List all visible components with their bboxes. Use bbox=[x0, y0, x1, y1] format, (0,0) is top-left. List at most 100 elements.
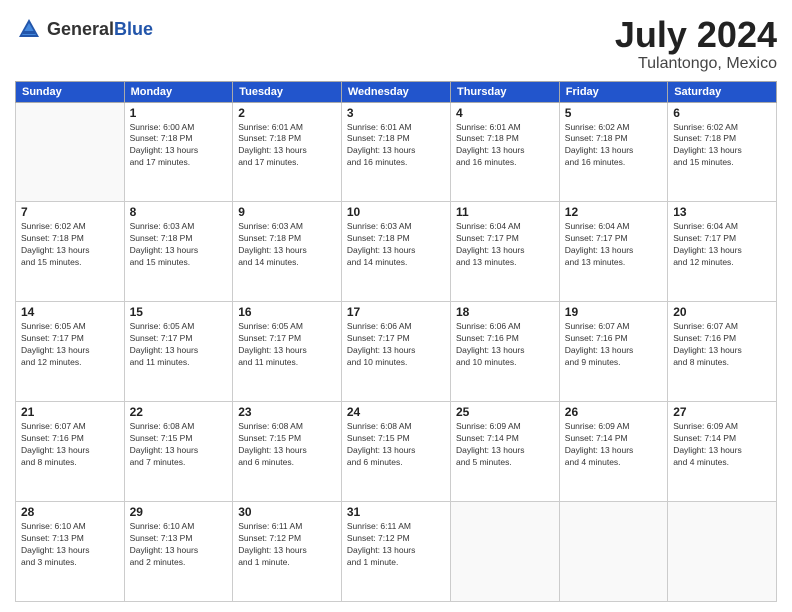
day-info: Sunrise: 6:06 AM Sunset: 7:17 PM Dayligh… bbox=[347, 321, 445, 369]
day-number: 29 bbox=[130, 505, 228, 519]
calendar-cell: 19Sunrise: 6:07 AM Sunset: 7:16 PM Dayli… bbox=[559, 302, 667, 402]
calendar-cell: 17Sunrise: 6:06 AM Sunset: 7:17 PM Dayli… bbox=[341, 302, 450, 402]
calendar-cell: 27Sunrise: 6:09 AM Sunset: 7:14 PM Dayli… bbox=[668, 402, 777, 502]
month-title: July 2024 bbox=[615, 15, 777, 55]
day-info: Sunrise: 6:02 AM Sunset: 7:18 PM Dayligh… bbox=[673, 122, 771, 170]
day-info: Sunrise: 6:10 AM Sunset: 7:13 PM Dayligh… bbox=[21, 521, 119, 569]
day-number: 22 bbox=[130, 405, 228, 419]
day-number: 3 bbox=[347, 106, 445, 120]
calendar-cell bbox=[16, 102, 125, 202]
logo-text: GeneralBlue bbox=[47, 19, 153, 40]
calendar-week-3: 14 Sunrise: 6:05 AM Sunset: 7:17 PM Dayli… bbox=[16, 302, 777, 402]
calendar-cell: 29 Sunrise: 6:10 AM Sunset: 7:13 PM Dayli… bbox=[124, 502, 233, 602]
day-info: Sunrise: 6:00 AM Sunset: 7:18 PM Dayligh… bbox=[130, 122, 228, 170]
calendar-week-5: 28 Sunrise: 6:10 AM Sunset: 7:13 PM Dayli… bbox=[16, 502, 777, 602]
col-sunday: Sunday bbox=[16, 81, 125, 102]
day-info: Sunrise: 6:08 AM Sunset: 7:15 PM Dayligh… bbox=[130, 421, 228, 469]
day-number: 23 bbox=[238, 405, 336, 419]
calendar-cell: 2 Sunrise: 6:01 AM Sunset: 7:18 PM Daylig… bbox=[233, 102, 342, 202]
calendar-cell: 7 Sunrise: 6:02 AM Sunset: 7:18 PM Daylig… bbox=[16, 202, 125, 302]
day-info: Sunrise: 6:04 AM Sunset: 7:17 PM Dayligh… bbox=[673, 221, 771, 269]
day-info: Sunrise: 6:09 AM Sunset: 7:14 PM Dayligh… bbox=[456, 421, 554, 469]
day-number: 8 bbox=[130, 205, 228, 219]
calendar-cell: 20Sunrise: 6:07 AM Sunset: 7:16 PM Dayli… bbox=[668, 302, 777, 402]
calendar-cell: 18 Sunrise: 6:06 AM Sunset: 7:16 PM Dayli… bbox=[450, 302, 559, 402]
location-title: Tulantongo, Mexico bbox=[615, 55, 777, 73]
day-number: 18 bbox=[456, 305, 554, 319]
day-number: 31 bbox=[347, 505, 445, 519]
day-number: 9 bbox=[238, 205, 336, 219]
col-monday: Monday bbox=[124, 81, 233, 102]
calendar-cell: 31 Sunrise: 6:11 AM Sunset: 7:12 PM Dayli… bbox=[341, 502, 450, 602]
day-number: 19 bbox=[565, 305, 662, 319]
day-info: Sunrise: 6:02 AM Sunset: 7:18 PM Dayligh… bbox=[21, 221, 119, 269]
calendar-cell: 26 Sunrise: 6:09 AM Sunset: 7:14 PM Dayli… bbox=[559, 402, 667, 502]
day-number: 7 bbox=[21, 205, 119, 219]
page: GeneralBlue July 2024 Tulantongo, Mexico… bbox=[0, 0, 792, 612]
calendar-cell: 8 Sunrise: 6:03 AM Sunset: 7:18 PM Daylig… bbox=[124, 202, 233, 302]
col-thursday: Thursday bbox=[450, 81, 559, 102]
day-number: 30 bbox=[238, 505, 336, 519]
day-number: 11 bbox=[456, 205, 554, 219]
header: GeneralBlue July 2024 Tulantongo, Mexico bbox=[15, 15, 777, 73]
calendar-cell: 11 Sunrise: 6:04 AM Sunset: 7:17 PM Dayli… bbox=[450, 202, 559, 302]
calendar-cell: 5Sunrise: 6:02 AM Sunset: 7:18 PM Daylig… bbox=[559, 102, 667, 202]
day-info: Sunrise: 6:08 AM Sunset: 7:15 PM Dayligh… bbox=[347, 421, 445, 469]
day-info: Sunrise: 6:09 AM Sunset: 7:14 PM Dayligh… bbox=[565, 421, 662, 469]
logo-icon bbox=[15, 15, 43, 43]
calendar-cell: 21 Sunrise: 6:07 AM Sunset: 7:16 PM Dayli… bbox=[16, 402, 125, 502]
calendar-cell: 30Sunrise: 6:11 AM Sunset: 7:12 PM Dayli… bbox=[233, 502, 342, 602]
calendar-cell: 12 Sunrise: 6:04 AM Sunset: 7:17 PM Dayli… bbox=[559, 202, 667, 302]
day-number: 27 bbox=[673, 405, 771, 419]
day-info: Sunrise: 6:05 AM Sunset: 7:17 PM Dayligh… bbox=[130, 321, 228, 369]
day-number: 13 bbox=[673, 205, 771, 219]
calendar-cell: 10Sunrise: 6:03 AM Sunset: 7:18 PM Dayli… bbox=[341, 202, 450, 302]
day-info: Sunrise: 6:03 AM Sunset: 7:18 PM Dayligh… bbox=[130, 221, 228, 269]
day-info: Sunrise: 6:06 AM Sunset: 7:16 PM Dayligh… bbox=[456, 321, 554, 369]
day-info: Sunrise: 6:04 AM Sunset: 7:17 PM Dayligh… bbox=[456, 221, 554, 269]
day-number: 1 bbox=[130, 106, 228, 120]
day-info: Sunrise: 6:01 AM Sunset: 7:18 PM Dayligh… bbox=[456, 122, 554, 170]
calendar-cell: 22 Sunrise: 6:08 AM Sunset: 7:15 PM Dayli… bbox=[124, 402, 233, 502]
day-info: Sunrise: 6:07 AM Sunset: 7:16 PM Dayligh… bbox=[21, 421, 119, 469]
calendar-body: 1 Sunrise: 6:00 AM Sunset: 7:18 PM Daylig… bbox=[16, 102, 777, 601]
day-info: Sunrise: 6:01 AM Sunset: 7:18 PM Dayligh… bbox=[238, 122, 336, 170]
calendar-cell: 9 Sunrise: 6:03 AM Sunset: 7:18 PM Daylig… bbox=[233, 202, 342, 302]
day-info: Sunrise: 6:11 AM Sunset: 7:12 PM Dayligh… bbox=[347, 521, 445, 569]
calendar-cell: 3 Sunrise: 6:01 AM Sunset: 7:18 PM Daylig… bbox=[341, 102, 450, 202]
day-number: 2 bbox=[238, 106, 336, 120]
calendar-week-4: 21 Sunrise: 6:07 AM Sunset: 7:16 PM Dayli… bbox=[16, 402, 777, 502]
day-info: Sunrise: 6:08 AM Sunset: 7:15 PM Dayligh… bbox=[238, 421, 336, 469]
day-info: Sunrise: 6:03 AM Sunset: 7:18 PM Dayligh… bbox=[347, 221, 445, 269]
day-number: 26 bbox=[565, 405, 662, 419]
calendar-header-row: Sunday Monday Tuesday Wednesday Thursday… bbox=[16, 81, 777, 102]
calendar-cell: 28 Sunrise: 6:10 AM Sunset: 7:13 PM Dayli… bbox=[16, 502, 125, 602]
day-number: 4 bbox=[456, 106, 554, 120]
day-info: Sunrise: 6:01 AM Sunset: 7:18 PM Dayligh… bbox=[347, 122, 445, 170]
day-number: 28 bbox=[21, 505, 119, 519]
day-info: Sunrise: 6:05 AM Sunset: 7:17 PM Dayligh… bbox=[238, 321, 336, 369]
day-number: 25 bbox=[456, 405, 554, 419]
day-number: 14 bbox=[21, 305, 119, 319]
calendar-cell: 13 Sunrise: 6:04 AM Sunset: 7:17 PM Dayli… bbox=[668, 202, 777, 302]
calendar-cell: 4 Sunrise: 6:01 AM Sunset: 7:18 PM Daylig… bbox=[450, 102, 559, 202]
day-info: Sunrise: 6:02 AM Sunset: 7:18 PM Dayligh… bbox=[565, 122, 662, 170]
col-friday: Friday bbox=[559, 81, 667, 102]
day-info: Sunrise: 6:04 AM Sunset: 7:17 PM Dayligh… bbox=[565, 221, 662, 269]
calendar-cell bbox=[668, 502, 777, 602]
calendar-cell: 24Sunrise: 6:08 AM Sunset: 7:15 PM Dayli… bbox=[341, 402, 450, 502]
calendar-table: Sunday Monday Tuesday Wednesday Thursday… bbox=[15, 81, 777, 602]
day-number: 21 bbox=[21, 405, 119, 419]
day-number: 12 bbox=[565, 205, 662, 219]
day-info: Sunrise: 6:03 AM Sunset: 7:18 PM Dayligh… bbox=[238, 221, 336, 269]
calendar-cell bbox=[559, 502, 667, 602]
col-saturday: Saturday bbox=[668, 81, 777, 102]
calendar-cell: 23 Sunrise: 6:08 AM Sunset: 7:15 PM Dayli… bbox=[233, 402, 342, 502]
day-info: Sunrise: 6:10 AM Sunset: 7:13 PM Dayligh… bbox=[130, 521, 228, 569]
calendar-cell: 14Sunrise: 6:05 AM Sunset: 7:17 PM Dayli… bbox=[16, 302, 125, 402]
logo: GeneralBlue bbox=[15, 15, 153, 43]
calendar-cell: 15 Sunrise: 6:05 AM Sunset: 7:17 PM Dayli… bbox=[124, 302, 233, 402]
title-block: July 2024 Tulantongo, Mexico bbox=[615, 15, 777, 73]
day-number: 15 bbox=[130, 305, 228, 319]
col-wednesday: Wednesday bbox=[341, 81, 450, 102]
